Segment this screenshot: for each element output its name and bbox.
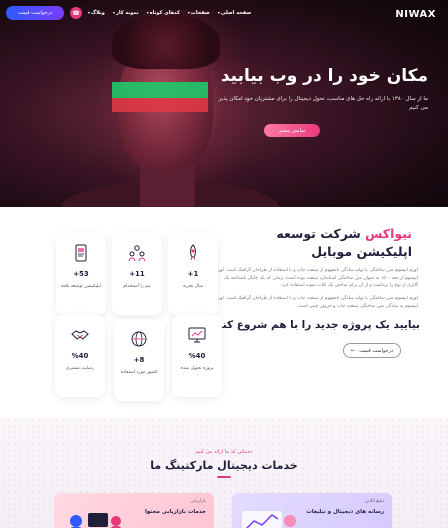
- hero-description: ما از سال ۱۳۸۰ با ارائه راه حل های مناسب…: [218, 96, 428, 111]
- stat-card-apps: +53 اپلیکیشن توسعه یافته: [56, 233, 106, 315]
- stat-label: رضایت مشتری: [65, 366, 95, 371]
- services-section: خدماتی که ما ارائه می کنیم خدمات دیجیتال…: [0, 417, 448, 528]
- cta-title: بیایید یک پروژه جدید را با هم شروع کنیم: [210, 319, 420, 331]
- chevron-down-icon: ▾: [88, 10, 91, 15]
- service-name: خدمات بازاریابی محتوا: [144, 509, 206, 515]
- show-more-button[interactable]: نمایش بیشتر: [264, 124, 320, 137]
- stat-label: سال تجربه: [182, 284, 204, 289]
- stat-label: کشور مورد استفاده: [120, 370, 158, 375]
- main-nav: ▾صفحه اصلی ▾صفحات ▾کدهای کوتاه ▾نمونه کا…: [88, 10, 251, 16]
- service-tag: تبلیغ آنلاین: [364, 499, 384, 504]
- about-title: نیواکس شرکت توسعه اپلیکیشن موبایل: [252, 225, 412, 261]
- stat-card-countries: +8 کشور مورد استفاده: [114, 319, 164, 401]
- nav-item-blog[interactable]: ▾وبلاگ: [88, 10, 105, 16]
- hero-image-red-light: [112, 98, 208, 112]
- brand-logo[interactable]: NIWAX: [395, 9, 436, 20]
- nav-item-pages[interactable]: ▾صفحات: [188, 10, 210, 16]
- about-paragraph-1: لورم ایپسوم متن ساختگی با تولید سادگی نا…: [215, 268, 418, 288]
- stat-card-experience: +1 سال تجربه: [168, 233, 218, 315]
- team-icon: [128, 245, 146, 262]
- rocket-icon: [190, 244, 196, 261]
- chevron-down-icon: ▾: [112, 10, 115, 15]
- stat-label: اپلیکیشن توسعه یافته: [61, 284, 101, 289]
- cta-button-label: درخواست قیمت: [359, 347, 394, 354]
- stat-value: +11: [129, 270, 145, 278]
- nav-item-home[interactable]: ▾صفحه اصلی: [218, 10, 251, 16]
- analytics-illustration-icon: [242, 511, 296, 528]
- service-name: رسانه های دیجیتال و تبلیغات: [306, 509, 384, 515]
- globe-icon: [131, 331, 147, 347]
- stat-value: %40: [71, 352, 89, 360]
- people-illustration-icon: [70, 513, 121, 528]
- stat-card-satisfaction: %40 رضایت مشتری: [55, 315, 105, 397]
- nav-item-shortcodes[interactable]: ▾کدهای کوتاه: [147, 10, 180, 16]
- quote-button[interactable]: درخواست قیمت: [6, 6, 64, 20]
- hero-title: مکان خود را در وب بیابید: [220, 66, 428, 86]
- service-card-content-marketing[interactable]: بازاریابی خدمات بازاریابی محتوا: [54, 493, 214, 528]
- hero-image-green-light: [112, 82, 208, 98]
- stat-card-team: +11 تیم را استخدام: [112, 233, 162, 315]
- phone-icon: ☎: [72, 9, 80, 17]
- nav-item-portfolio[interactable]: ▾نمونه کار: [113, 10, 139, 16]
- services-subtitle: خدماتی که ما ارائه می کنیم: [195, 449, 253, 455]
- hero-section: NIWAX ▾صفحه اصلی ▾صفحات ▾کدهای کوتاه ▾نم…: [0, 0, 448, 207]
- stat-value: %40: [188, 352, 206, 360]
- service-tag: بازاریابی: [190, 499, 206, 504]
- chevron-down-icon: ▾: [187, 10, 190, 15]
- chevron-down-icon: ▾: [146, 10, 149, 15]
- stat-value: +8: [133, 356, 145, 364]
- service-card-digital-media[interactable]: تبلیغ آنلاین رسانه های دیجیتال و تبلیغات: [232, 493, 392, 528]
- about-brand-word: نیواکس: [365, 226, 412, 241]
- chevron-down-icon: ▾: [217, 10, 220, 15]
- handshake-icon: [71, 330, 89, 340]
- services-title: خدمات دیجیتال مارکتینگ ما: [150, 459, 298, 472]
- arrow-left-icon: ←: [350, 347, 356, 354]
- stat-value: +53: [73, 270, 89, 278]
- cta-quote-button[interactable]: درخواست قیمت ←: [343, 343, 401, 358]
- title-underline: [217, 476, 231, 478]
- monitor-icon: [188, 327, 206, 343]
- mobile-app-icon: [75, 244, 87, 262]
- stat-value: +1: [187, 270, 199, 278]
- stat-label: پروژه تحویل شده: [180, 366, 214, 371]
- stat-label: تیم را استخدام: [123, 284, 151, 289]
- hero-image-hair: [112, 14, 220, 69]
- stat-card-projects: %40 پروژه تحویل شده: [172, 315, 222, 397]
- call-button[interactable]: ☎: [70, 7, 82, 19]
- about-paragraph-2: لورم ایپسوم متن ساختگی با تولید سادگی نا…: [215, 296, 418, 309]
- about-section: نیواکس شرکت توسعه اپلیکیشن موبایل لورم ا…: [0, 207, 448, 417]
